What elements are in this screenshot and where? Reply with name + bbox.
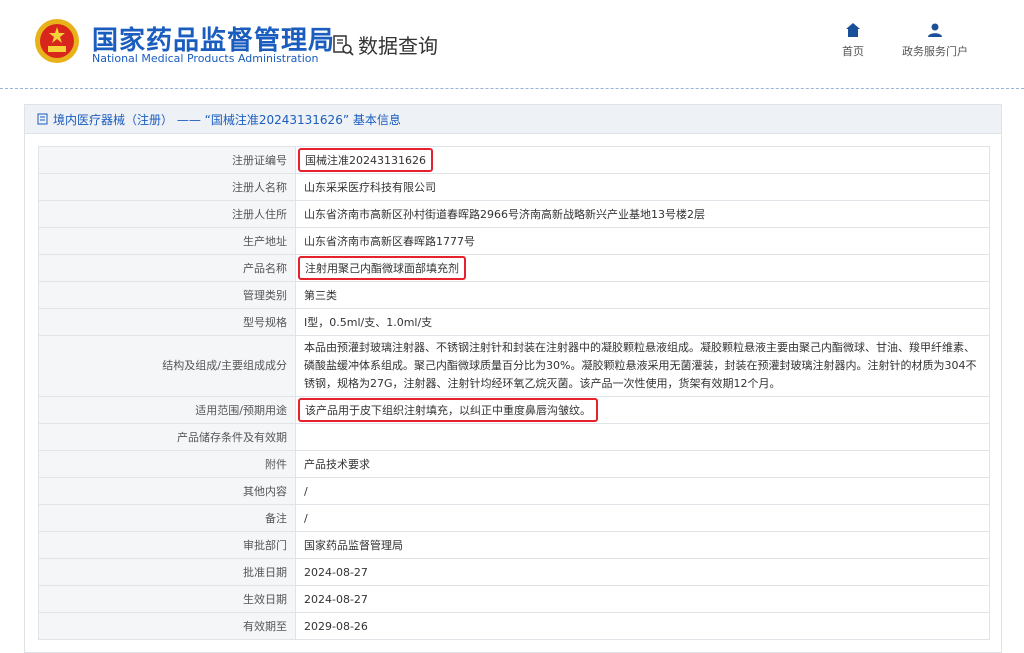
row-label: 批准日期 bbox=[38, 558, 296, 586]
row-value: 2024-08-27 bbox=[295, 558, 990, 586]
home-icon bbox=[846, 23, 860, 37]
org-name-en: National Medical Products Administration bbox=[92, 52, 319, 65]
row-label: 附件 bbox=[38, 450, 296, 478]
table-row: 注册人名称 山东采采医疗科技有限公司 bbox=[38, 173, 990, 201]
table-row: 批准日期 2024-08-27 bbox=[38, 558, 990, 586]
table-row: 其他内容 / bbox=[38, 477, 990, 505]
row-label: 结构及组成/主要组成成分 bbox=[38, 335, 296, 397]
highlighted-value: 该产品用于皮下组织注射填充，以纠正中重度鼻唇沟皱纹。 bbox=[298, 398, 598, 422]
row-value: 山东采采医疗科技有限公司 bbox=[295, 173, 990, 201]
row-value: / bbox=[295, 477, 990, 505]
row-label: 有效期至 bbox=[38, 612, 296, 640]
table-row: 注册人住所 山东省济南市高新区孙村街道春晖路2966号济南高新战略新兴产业基地13… bbox=[38, 200, 990, 228]
table-row: 管理类别 第三类 bbox=[38, 281, 990, 309]
row-label: 注册人住所 bbox=[38, 200, 296, 228]
row-label: 生产地址 bbox=[38, 227, 296, 255]
row-value: 山东省济南市高新区孙村街道春晖路2966号济南高新战略新兴产业基地13号楼2层 bbox=[295, 200, 990, 228]
user-icon bbox=[928, 23, 942, 37]
data-query-label: 数据查询 bbox=[358, 34, 438, 58]
table-row: 附件 产品技术要求 bbox=[38, 450, 990, 478]
table-row: 有效期至 2029-08-26 bbox=[38, 612, 990, 640]
row-label: 适用范围/预期用途 bbox=[38, 396, 296, 424]
row-value bbox=[295, 423, 990, 451]
table-row: 备注 / bbox=[38, 504, 990, 532]
row-value: 本品由预灌封玻璃注射器、不锈钢注射针和封装在注射器中的凝胶颗粒悬液组成。凝胶颗粒… bbox=[295, 335, 990, 397]
document-icon bbox=[37, 113, 48, 125]
row-label: 注册证编号 bbox=[38, 146, 296, 174]
row-value: Ⅰ型，0.5ml/支、1.0ml/支 bbox=[295, 308, 990, 336]
breadcrumb: 境内医疗器械（注册） —— “国械注准20243131626” 基本信息 bbox=[24, 104, 1002, 134]
national-emblem-icon bbox=[35, 19, 79, 63]
detail-panel: 注册证编号 国械注准20243131626 注册人名称 山东采采医疗科技有限公司 注册人… bbox=[24, 134, 1002, 653]
highlighted-value: 注射用聚己内酯微球面部填充剂 bbox=[298, 256, 466, 280]
document-search-icon bbox=[333, 34, 354, 56]
row-label: 备注 bbox=[38, 504, 296, 532]
data-query-title: 数据查询 bbox=[332, 30, 438, 59]
nav-home[interactable]: 首页 bbox=[842, 22, 864, 59]
registration-info-table: 注册证编号 国械注准20243131626 注册人名称 山东采采医疗科技有限公司 注册人… bbox=[38, 146, 990, 640]
row-label: 生效日期 bbox=[38, 585, 296, 613]
row-label: 其他内容 bbox=[38, 477, 296, 505]
row-value: 该产品用于皮下组织注射填充，以纠正中重度鼻唇沟皱纹。 bbox=[295, 396, 990, 424]
row-value: 山东省济南市高新区春晖路1777号 bbox=[295, 227, 990, 255]
row-value: 2029-08-26 bbox=[295, 612, 990, 640]
row-value: 2024-08-27 bbox=[295, 585, 990, 613]
table-row: 产品名称 注射用聚己内酯微球面部填充剂 bbox=[38, 254, 990, 282]
table-row: 生产地址 山东省济南市高新区春晖路1777号 bbox=[38, 227, 990, 255]
row-label: 型号规格 bbox=[38, 308, 296, 336]
row-value: 注射用聚己内酯微球面部填充剂 bbox=[295, 254, 990, 282]
row-label: 审批部门 bbox=[38, 531, 296, 559]
row-label: 管理类别 bbox=[38, 281, 296, 309]
table-row: 生效日期 2024-08-27 bbox=[38, 585, 990, 613]
row-value: / bbox=[295, 504, 990, 532]
table-row: 结构及组成/主要组成成分 本品由预灌封玻璃注射器、不锈钢注射针和封装在注射器中的凝… bbox=[38, 335, 990, 397]
nav-service-portal[interactable]: 政务服务门户 bbox=[902, 22, 968, 59]
highlighted-value: 国械注准20243131626 bbox=[298, 148, 433, 172]
row-label: 注册人名称 bbox=[38, 173, 296, 201]
nav-service-label: 政务服务门户 bbox=[902, 45, 968, 58]
table-row: 产品储存条件及有效期 bbox=[38, 423, 990, 451]
row-value: 国械注准20243131626 bbox=[295, 146, 990, 174]
table-row: 注册证编号 国械注准20243131626 bbox=[38, 146, 990, 174]
row-value: 第三类 bbox=[295, 281, 990, 309]
site-header: 国家药品监督管理局 National Medical Products Admi… bbox=[0, 0, 1024, 88]
table-row: 型号规格 Ⅰ型，0.5ml/支、1.0ml/支 bbox=[38, 308, 990, 336]
row-label: 产品名称 bbox=[38, 254, 296, 282]
header-divider bbox=[0, 88, 1024, 89]
row-value: 产品技术要求 bbox=[295, 450, 990, 478]
table-row: 适用范围/预期用途 该产品用于皮下组织注射填充，以纠正中重度鼻唇沟皱纹。 bbox=[38, 396, 990, 424]
row-value: 国家药品监督管理局 bbox=[295, 531, 990, 559]
row-label: 产品储存条件及有效期 bbox=[38, 423, 296, 451]
table-row: 审批部门 国家药品监督管理局 bbox=[38, 531, 990, 559]
nav-home-label: 首页 bbox=[842, 45, 864, 58]
breadcrumb-text: 境内医疗器械（注册） —— “国械注准20243131626” 基本信息 bbox=[53, 112, 401, 127]
